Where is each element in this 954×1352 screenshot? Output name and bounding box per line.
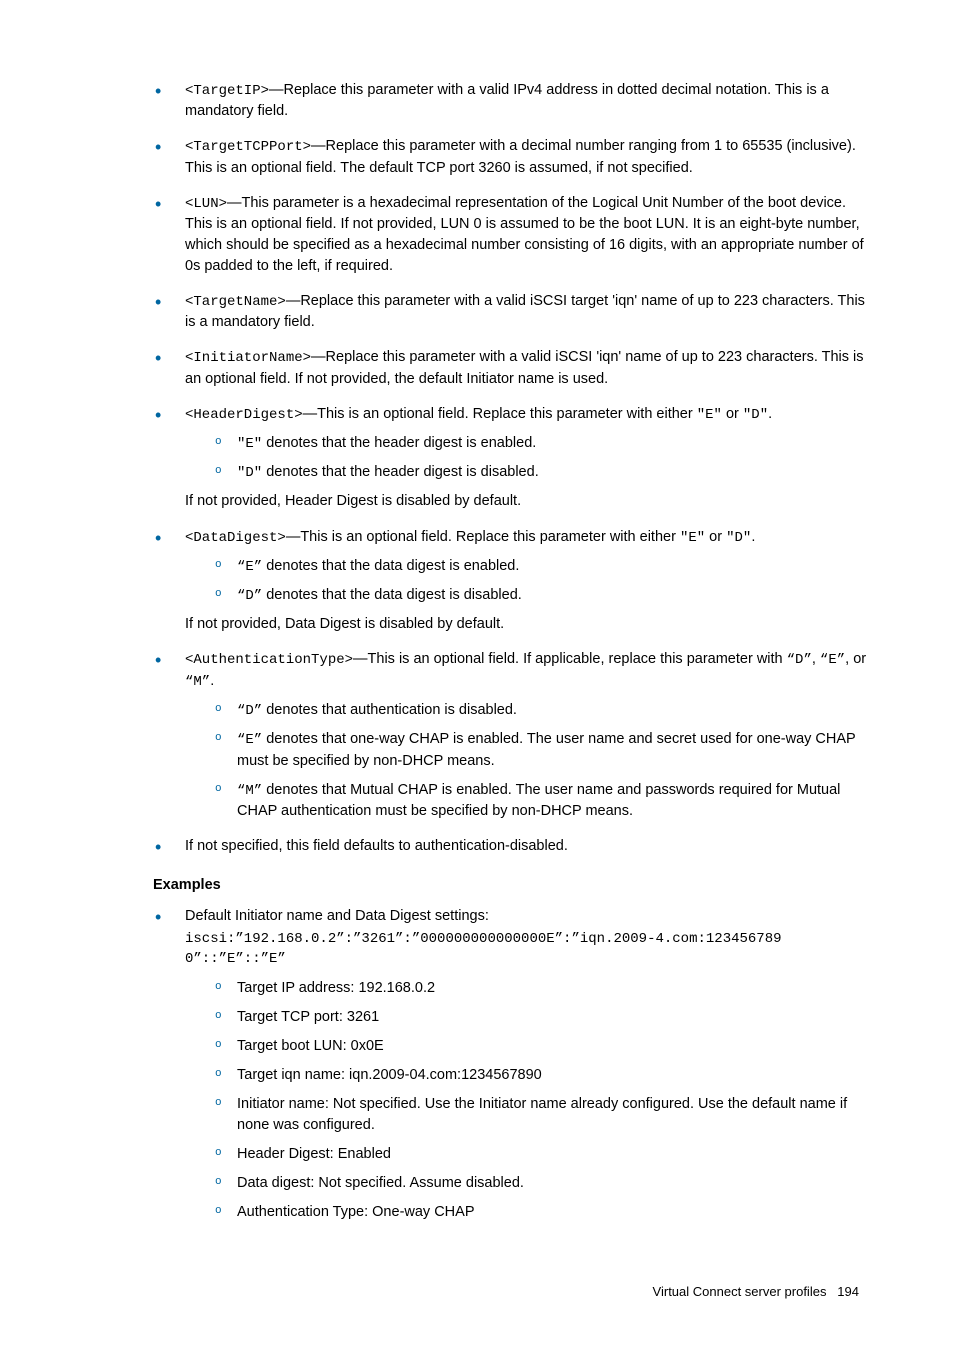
list-item: <TargetTCPPort>—Replace this parameter w… <box>155 136 869 178</box>
param-text: —This parameter is a hexadecimal represe… <box>185 195 864 274</box>
sub-item: “E” denotes that the data digest is enab… <box>215 556 869 577</box>
list-item: <TargetName>—Replace this parameter with… <box>155 291 869 333</box>
sub-item: Data digest: Not specified. Assume disab… <box>215 1173 869 1194</box>
param-code: <TargetName> <box>185 294 286 310</box>
sub-item: Target IP address: 192.168.0.2 <box>215 978 869 999</box>
param-code: <TargetTCPPort> <box>185 139 311 155</box>
param-code: <DataDigest> <box>185 530 286 546</box>
sub-item: “M” denotes that Mutual CHAP is enabled.… <box>215 780 869 822</box>
list-item: Default Initiator name and Data Digest s… <box>155 906 869 1223</box>
sub-item: "D" denotes that the header digest is di… <box>215 462 869 483</box>
param-text: —This is an optional field. Replace this… <box>286 529 680 545</box>
sub-item: Target TCP port: 3261 <box>215 1007 869 1028</box>
sub-item: “E” denotes that one-way CHAP is enabled… <box>215 729 869 771</box>
param-code: <LUN> <box>185 196 227 212</box>
option-code: "E" <box>697 407 722 423</box>
list-item: <HeaderDigest>—This is an optional field… <box>155 404 869 513</box>
examples-list: Default Initiator name and Data Digest s… <box>85 906 869 1223</box>
note-text: If not provided, Data Digest is disabled… <box>185 614 869 635</box>
param-text: —Replace this parameter with a valid IPv… <box>185 82 829 119</box>
example-code: iscsi:”192.168.0.2”:”3261”:”000000000000… <box>185 929 869 970</box>
examples-heading: Examples <box>153 875 869 896</box>
param-code: <HeaderDigest> <box>185 407 303 423</box>
sub-list: "E" denotes that the header digest is en… <box>185 433 869 484</box>
option-code: "D" <box>743 407 768 423</box>
sub-item: “D” denotes that the data digest is disa… <box>215 585 869 606</box>
note-text: If not provided, Header Digest is disabl… <box>185 491 869 512</box>
example-intro: Default Initiator name and Data Digest s… <box>185 908 489 924</box>
list-item: <AuthenticationType>—This is an optional… <box>155 649 869 822</box>
param-text: —Replace this parameter with a valid iSC… <box>185 293 865 330</box>
sub-item: Header Digest: Enabled <box>215 1144 869 1165</box>
sub-list: “D” denotes that authentication is disab… <box>185 700 869 822</box>
list-item: If not specified, this field defaults to… <box>155 836 869 857</box>
option-code: "E" <box>680 530 705 546</box>
sub-item: "E" denotes that the header digest is en… <box>215 433 869 454</box>
param-text: —This is an optional field. If applicabl… <box>353 651 787 667</box>
param-code: <AuthenticationType> <box>185 652 353 668</box>
list-item: <LUN>—This parameter is a hexadecimal re… <box>155 193 869 277</box>
sub-item: Authentication Type: One-way CHAP <box>215 1202 869 1223</box>
sub-item: Target boot LUN: 0x0E <box>215 1036 869 1057</box>
sub-list: Target IP address: 192.168.0.2 Target TC… <box>185 978 869 1223</box>
param-code: <InitiatorName> <box>185 350 311 366</box>
param-text: —This is an optional field. Replace this… <box>303 406 697 422</box>
footer-section: Virtual Connect server profiles <box>653 1284 827 1299</box>
sub-list: “E” denotes that the data digest is enab… <box>185 556 869 607</box>
list-item: <DataDigest>—This is an optional field. … <box>155 527 869 636</box>
sub-item: Initiator name: Not specified. Use the I… <box>215 1094 869 1136</box>
sub-item: Target iqn name: iqn.2009-04.com:1234567… <box>215 1065 869 1086</box>
footer-page: 194 <box>837 1284 859 1299</box>
param-code: <TargetIP> <box>185 83 269 99</box>
list-item: <InitiatorName>—Replace this parameter w… <box>155 347 869 389</box>
option-code: "D" <box>726 530 751 546</box>
page-footer: Virtual Connect server profiles 194 <box>85 1283 869 1302</box>
list-item: <TargetIP>—Replace this parameter with a… <box>155 80 869 122</box>
sub-item: “D” denotes that authentication is disab… <box>215 700 869 721</box>
note-text: If not specified, this field defaults to… <box>185 838 568 854</box>
parameter-list: <TargetIP>—Replace this parameter with a… <box>85 80 869 857</box>
